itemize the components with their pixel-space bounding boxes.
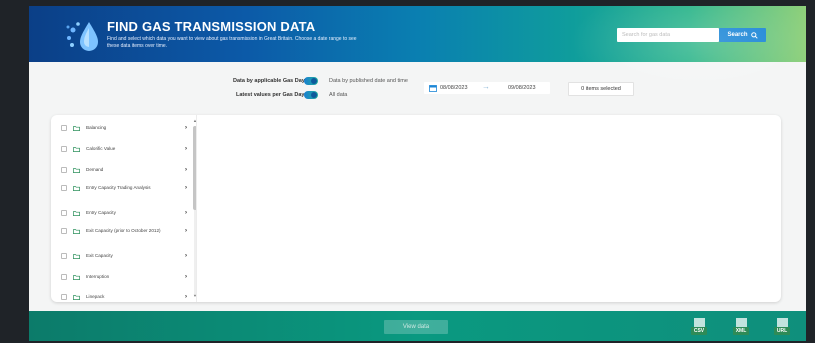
app-window: FIND GAS TRANSMISSION DATA Find and sele… xyxy=(29,6,806,341)
csv-icon: CSV xyxy=(691,327,707,335)
checkbox[interactable] xyxy=(61,146,67,152)
download-xml-button[interactable]: XML xyxy=(731,317,751,337)
checkbox[interactable] xyxy=(61,274,67,280)
list-item-label: Linepack xyxy=(86,294,105,300)
url-icon: URL xyxy=(774,327,790,335)
footer-bar: View data CSV XML URL xyxy=(29,311,806,341)
page-subtitle: Find and select which data you want to v… xyxy=(107,36,357,49)
scroll-up-icon[interactable]: ▲ xyxy=(193,118,196,123)
data-items-list: Balancing › Calorific Value › Demand › E… xyxy=(51,115,197,302)
folder-icon xyxy=(73,125,80,131)
gas-day-label: Data by applicable Gas Day xyxy=(233,78,305,84)
checkbox[interactable] xyxy=(61,253,67,259)
items-selected-button[interactable]: 0 items selected xyxy=(568,82,634,96)
date-from[interactable]: 08/08/2023 xyxy=(440,85,468,91)
chevron-right-icon[interactable]: › xyxy=(185,228,187,234)
list-item[interactable]: Entry Capacity Trading Analysis › xyxy=(61,185,187,191)
view-data-button[interactable]: View data xyxy=(384,320,448,334)
list-item-label: Exit Capacity xyxy=(86,253,113,259)
list-item-label: Entry Capacity Trading Analysis xyxy=(86,185,151,191)
latest-values-toggle[interactable] xyxy=(304,91,318,99)
list-item-label: Calorific Value xyxy=(86,146,116,152)
folder-icon xyxy=(73,274,80,280)
list-item-label: Demand xyxy=(86,167,104,173)
folder-icon xyxy=(73,167,80,173)
xml-icon: XML xyxy=(733,327,749,335)
list-item[interactable]: Balancing › xyxy=(61,125,187,131)
checkbox[interactable] xyxy=(61,210,67,216)
gas-drop-logo-icon xyxy=(66,22,98,51)
chevron-right-icon[interactable]: › xyxy=(185,185,187,191)
all-data-label: All data xyxy=(329,92,348,98)
scroll-down-icon[interactable]: ▼ xyxy=(193,293,196,298)
download-url-button[interactable]: URL xyxy=(772,317,792,337)
search-button[interactable]: Search xyxy=(719,28,766,42)
list-item-label: Exit Capacity (prior to October 2012) xyxy=(86,228,161,234)
checkbox[interactable] xyxy=(61,228,67,234)
chevron-right-icon[interactable]: › xyxy=(185,125,187,131)
chevron-right-icon[interactable]: › xyxy=(185,146,187,152)
checkbox[interactable] xyxy=(61,167,67,173)
date-to[interactable]: 09/08/2023 xyxy=(508,85,536,91)
arrow-right-icon: → xyxy=(482,82,490,91)
download-csv-button[interactable]: CSV xyxy=(689,317,709,337)
folder-icon xyxy=(73,253,80,259)
search-icon xyxy=(750,31,758,39)
list-item[interactable]: Entry Capacity › xyxy=(61,210,187,216)
checkbox[interactable] xyxy=(61,185,67,191)
chevron-right-icon[interactable]: › xyxy=(185,210,187,216)
list-scrollbar[interactable]: ▲ ▼ xyxy=(193,118,196,299)
search-button-label: Search xyxy=(727,32,748,38)
scroll-thumb[interactable] xyxy=(193,126,196,210)
list-item-label: Interruption xyxy=(86,274,110,280)
list-item[interactable]: Exit Capacity › xyxy=(61,253,187,259)
list-item[interactable]: Linepack › xyxy=(61,294,187,300)
list-item-label: Balancing xyxy=(86,125,107,131)
folder-icon xyxy=(73,228,80,234)
folder-icon xyxy=(73,146,80,152)
calendar-icon xyxy=(429,85,437,92)
list-item[interactable]: Demand › xyxy=(61,167,187,173)
header-banner: FIND GAS TRANSMISSION DATA Find and sele… xyxy=(29,6,806,96)
list-item[interactable]: Calorific Value › xyxy=(61,146,187,152)
folder-icon xyxy=(73,185,80,191)
data-items-panel: Balancing › Calorific Value › Demand › E… xyxy=(51,115,781,302)
latest-values-label: Latest values per Gas Day xyxy=(236,92,305,98)
list-item[interactable]: Interruption › xyxy=(61,274,187,280)
page-title: FIND GAS TRANSMISSION DATA xyxy=(107,19,316,34)
folder-icon xyxy=(73,294,80,300)
chevron-right-icon[interactable]: › xyxy=(185,294,187,300)
chevron-right-icon[interactable]: › xyxy=(185,253,187,259)
checkbox[interactable] xyxy=(61,125,67,131)
checkbox[interactable] xyxy=(61,294,67,300)
search-input[interactable] xyxy=(617,28,719,42)
chevron-right-icon[interactable]: › xyxy=(185,167,187,173)
list-item[interactable]: Exit Capacity (prior to October 2012) › xyxy=(61,228,187,234)
date-range-picker[interactable]: 08/08/2023 → 09/08/2023 xyxy=(424,82,550,94)
gas-day-toggle[interactable] xyxy=(304,77,318,85)
screen-frame: FIND GAS TRANSMISSION DATA Find and sele… xyxy=(0,0,815,343)
folder-icon xyxy=(73,210,80,216)
published-label: Data by published date and time xyxy=(329,78,408,84)
list-item-label: Entry Capacity xyxy=(86,210,116,216)
chevron-right-icon[interactable]: › xyxy=(185,274,187,280)
